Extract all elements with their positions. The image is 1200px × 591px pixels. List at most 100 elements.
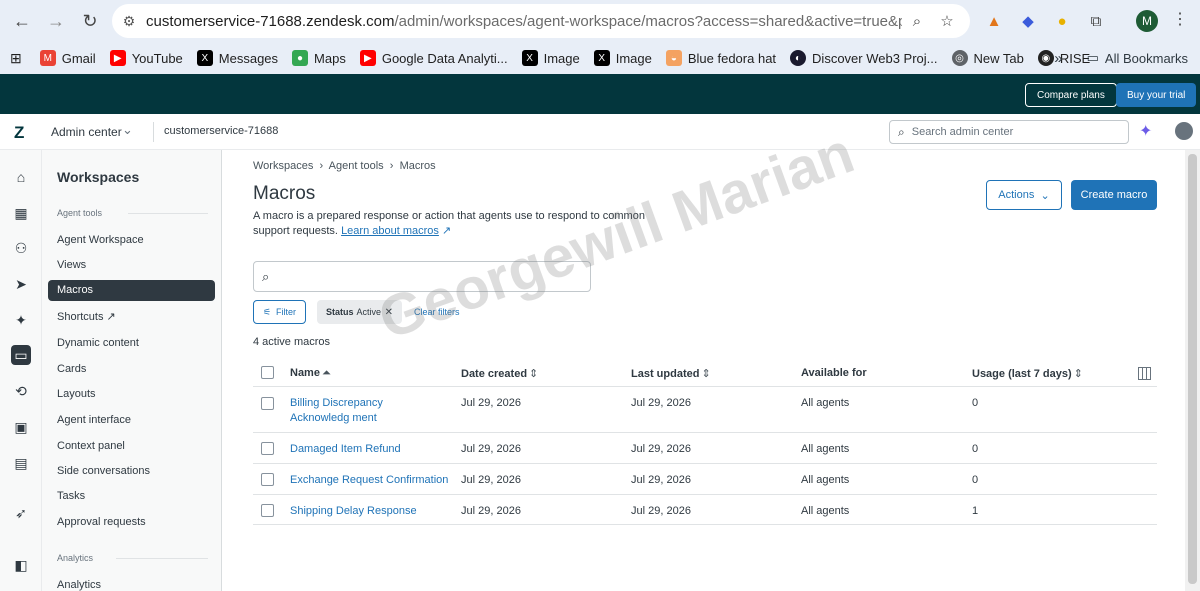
channels-icon[interactable]: ➤	[11, 274, 31, 294]
profile-avatar[interactable]: M	[1136, 10, 1158, 32]
macro-name-link[interactable]: Damaged Item Refund	[290, 442, 401, 457]
browser-toolbar: ← → ↻ ⚙ customerservice-71688.zendesk.co…	[0, 0, 1200, 42]
sidebar-item-cards[interactable]: Cards	[57, 363, 86, 375]
site-settings-icon[interactable]: ⚙	[112, 13, 146, 30]
page-description: A macro is a prepared response or action…	[253, 209, 683, 239]
devices-icon[interactable]: ▤	[11, 453, 31, 473]
bookmark-maps[interactable]: ● Maps	[292, 50, 346, 66]
section-divider	[116, 558, 208, 559]
last-updated-cell: Jul 29, 2026	[631, 443, 691, 455]
apps-integrations-icon[interactable]: ▣	[11, 417, 31, 437]
usage-header-label: Usage (last 7 days)	[972, 368, 1072, 380]
chevron-down-icon[interactable]: ⌄	[122, 122, 133, 138]
buy-trial-button[interactable]: Buy your trial	[1116, 83, 1197, 107]
scrollbar-thumb[interactable]	[1188, 154, 1197, 584]
bookmarks-overflow-icon[interactable]: »	[1054, 50, 1062, 67]
name-header-label: Name	[290, 367, 320, 379]
usage-cell: 0	[972, 474, 979, 486]
reload-icon[interactable]: ↻	[73, 4, 107, 38]
bookmark-new-tab[interactable]: ◎ New Tab	[951, 50, 1024, 66]
bookmark-messages[interactable]: X Messages	[196, 50, 278, 66]
forward-icon[interactable]: →	[39, 4, 73, 38]
user-avatar[interactable]	[1175, 122, 1193, 140]
metamask-icon[interactable]: ▲	[982, 9, 1006, 33]
account-icon[interactable]: ▦	[11, 203, 31, 223]
zendesk-logo-icon[interactable]: Z	[14, 123, 24, 143]
breadcrumb-agent-tools[interactable]: Agent tools	[329, 160, 384, 172]
external-link-icon: ↗	[438, 225, 452, 237]
page-scrollbar[interactable]	[1185, 150, 1200, 591]
all-bookmarks[interactable]: All Bookmarks	[1105, 51, 1188, 66]
row-checkbox[interactable]	[261, 504, 274, 517]
browser-menu-icon[interactable]: ⋮	[1172, 9, 1188, 29]
zoom-icon[interactable]: ⌕	[902, 13, 932, 30]
sidebar-item-shortcuts[interactable]: Shortcuts ↗	[57, 310, 116, 323]
sidebar-item-dynamic-content[interactable]: Dynamic content	[57, 337, 139, 349]
ai-icon[interactable]: ✦	[11, 310, 31, 330]
bookmark-image-1[interactable]: X Image	[521, 50, 580, 66]
back-icon[interactable]: ←	[5, 4, 39, 38]
learn-more-label: Learn about macros	[341, 225, 439, 237]
sidebar-item-macros[interactable]: Macros	[48, 280, 215, 301]
row-checkbox[interactable]	[261, 442, 274, 455]
sidebar-item-context-panel[interactable]: Context panel	[57, 440, 125, 452]
ai-sparkle-icon[interactable]: ✦	[1139, 121, 1152, 141]
compare-plans-button[interactable]: Compare plans	[1025, 83, 1117, 107]
column-chooser-icon[interactable]	[1138, 367, 1151, 380]
coin-extension-icon[interactable]: ●	[1050, 9, 1074, 33]
macro-name-link[interactable]: Billing Discrepancy Acknowledg ment	[290, 396, 442, 426]
url-text[interactable]: customerservice-71688.zendesk.com/admin/…	[146, 13, 902, 30]
admin-header: Z Admin center ⌄ customerservice-71688 ⌕…	[0, 114, 1200, 150]
admin-search-input[interactable]: ⌕ Search admin center	[889, 120, 1129, 144]
sidebar-item-views[interactable]: Views	[57, 259, 86, 271]
bookmark-image-2[interactable]: X Image	[593, 50, 652, 66]
bookmark-gmail[interactable]: M Gmail	[39, 50, 96, 66]
bookmark-youtube[interactable]: ▶ YouTube	[109, 50, 183, 66]
row-checkbox[interactable]	[261, 473, 274, 486]
bookmark-google-data[interactable]: ▶ Google Data Analyti...	[359, 50, 508, 66]
sidebar-item-tasks[interactable]: Tasks	[57, 490, 85, 502]
sidebar-item-analytics[interactable]: Analytics	[57, 579, 101, 591]
row-divider	[253, 432, 1157, 433]
bookmark-blue-fedora[interactable]: ◒ Blue fedora hat	[665, 50, 776, 66]
column-header-name[interactable]: Name ⏶	[290, 367, 331, 380]
learn-about-macros-link[interactable]: Learn about macros	[341, 225, 439, 237]
sort-icon: ⇕	[1073, 368, 1083, 380]
column-header-available-for: Available for	[801, 367, 867, 379]
workspaces-icon[interactable]: ▭	[11, 345, 31, 365]
bookmark-star-icon[interactable]: ☆	[932, 12, 962, 30]
address-bar[interactable]: ⚙ customerservice-71688.zendesk.com/admi…	[112, 4, 970, 38]
macro-name-link[interactable]: Shipping Delay Response	[290, 504, 417, 519]
admin-center-label[interactable]: Admin center	[51, 125, 122, 139]
select-all-checkbox[interactable]	[261, 366, 274, 379]
sidebar-item-agent-workspace[interactable]: Agent Workspace	[57, 234, 144, 246]
rocket-icon[interactable]: ➶	[11, 503, 31, 523]
bookmarks-bar: ⊞ M Gmail ▶ YouTube X Messages ● Maps ▶ Googl…	[0, 42, 1200, 74]
extensions-icon[interactable]: ⧉	[1084, 9, 1108, 33]
close-icon[interactable]: ✕	[385, 307, 393, 318]
sidebar-item-approval-requests[interactable]: Approval requests	[57, 516, 146, 528]
column-header-usage[interactable]: Usage (last 7 days) ⇕	[972, 367, 1083, 380]
sidebar-item-side-conversations[interactable]: Side conversations	[57, 465, 150, 477]
home-icon[interactable]: ⌂	[11, 167, 31, 187]
row-checkbox[interactable]	[261, 397, 274, 410]
extension-icon[interactable]: ◆	[1016, 9, 1040, 33]
objects-rules-icon[interactable]: ⟲	[11, 381, 31, 401]
actions-dropdown-button[interactable]: Actions ⌄	[986, 180, 1062, 210]
clear-filters-link[interactable]: Clear filters	[414, 307, 460, 317]
macro-search-input[interactable]: ⌕	[253, 261, 591, 292]
sidebar-item-layouts[interactable]: Layouts	[57, 388, 96, 400]
people-icon[interactable]: ⚇	[11, 238, 31, 258]
filter-button[interactable]: ⚟ Filter	[253, 300, 306, 324]
status-filter-chip[interactable]: Status Active ✕	[317, 300, 402, 324]
sidebar-item-agent-interface[interactable]: Agent interface	[57, 414, 131, 426]
create-macro-button[interactable]: Create macro	[1071, 180, 1157, 210]
collapse-panel-icon[interactable]: ◧	[11, 555, 31, 575]
apps-icon[interactable]: ⊞	[10, 50, 22, 67]
column-header-last-updated[interactable]: Last updated ⇕	[631, 367, 711, 380]
macro-name-link[interactable]: Exchange Request Confirmation	[290, 473, 448, 488]
bookmark-web3[interactable]: ◐ Discover Web3 Proj...	[790, 50, 938, 66]
subdomain-label: customerservice-71688	[164, 125, 279, 137]
column-header-date-created[interactable]: Date created ⇕	[461, 367, 538, 380]
breadcrumb-workspaces[interactable]: Workspaces	[253, 160, 313, 172]
